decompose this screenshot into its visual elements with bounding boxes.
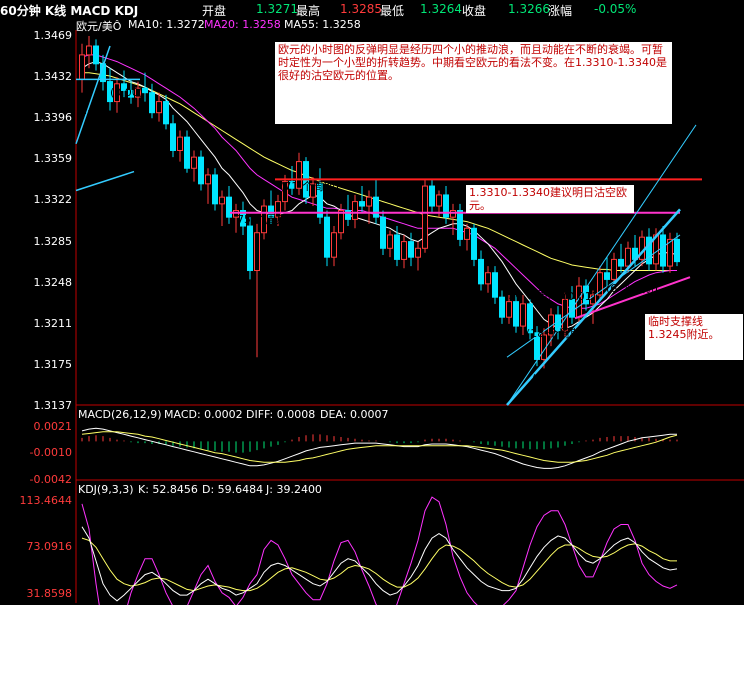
kdj-k-line xyxy=(81,526,678,602)
candle-body xyxy=(478,258,484,285)
candle-body xyxy=(625,247,631,267)
candle-body xyxy=(471,227,477,260)
candle-body xyxy=(163,101,169,125)
candle-body xyxy=(604,272,610,280)
candle-body xyxy=(387,234,393,249)
candle-body xyxy=(79,54,85,80)
label-000-b: (0.00) xyxy=(708,181,742,194)
candle-body xyxy=(415,247,421,258)
candle-body xyxy=(205,174,211,185)
label-001-a: (0.01) xyxy=(116,46,150,59)
kdj-tick-0: 113.4644 xyxy=(19,494,73,507)
candle-body xyxy=(156,101,162,114)
macd-legend-name: MACD(26,12,9) xyxy=(78,408,162,421)
label-d: d xyxy=(80,202,87,215)
candle-body xyxy=(660,234,666,267)
label-71-period: (71 个周期) xyxy=(280,180,340,193)
macd-tick-2: -0.0042 xyxy=(29,473,72,486)
label-40-period: (40 个周期) xyxy=(578,333,638,346)
label-002-a: (0.02) xyxy=(138,184,172,197)
candle-body xyxy=(373,196,379,218)
label-000-c: (0.00) xyxy=(684,212,718,225)
macd-diff: DIFF: 0.0008 xyxy=(246,408,316,421)
candle-body xyxy=(401,241,407,260)
analysis-note: 欧元的小时图的反弹明显是经历四个小的推动浪，而且动能在不断的衰竭。可暂时定性为一… xyxy=(275,42,672,124)
candle-body xyxy=(422,185,428,249)
candle-body xyxy=(184,136,190,169)
candle-body xyxy=(485,272,491,285)
label-001-b: (0.01) xyxy=(563,290,597,303)
candle-body xyxy=(394,234,400,260)
candle-body xyxy=(674,238,680,263)
chart-area: 60分钟 K线 MACD KDJ 开盘 1.3271 最高 1.3285 最低 … xyxy=(0,0,744,605)
candle-body xyxy=(338,209,344,234)
candle-body xyxy=(429,185,435,207)
candle-body xyxy=(506,301,512,318)
label-000-a: (0.00) xyxy=(110,86,144,99)
support-note: 临时支撑线1.3245附近。 xyxy=(645,314,743,360)
candle-body xyxy=(226,196,232,218)
candle-body xyxy=(359,201,365,207)
label-18-period: (18 个周期) xyxy=(526,327,586,340)
kdj-tick-1: 73.0916 xyxy=(26,540,73,553)
candle-body xyxy=(520,303,526,327)
resistance-note: 1.3310-1.3340建议明日沽空欧元。 xyxy=(466,185,634,213)
kdj-k: K: 52.8456 xyxy=(138,483,198,496)
macd-tick-1: -0.0010 xyxy=(29,446,72,459)
kdj-series xyxy=(81,496,678,605)
candle-body xyxy=(142,87,148,94)
candle-body xyxy=(352,201,358,220)
label-5-period: (5 个周期) xyxy=(532,372,585,385)
fan-line-left-c xyxy=(75,170,135,192)
candle-body xyxy=(254,232,260,272)
candle-body xyxy=(408,241,414,258)
candle-body xyxy=(331,232,337,258)
macd-value: MACD: 0.0002 xyxy=(164,408,243,421)
candle-body xyxy=(366,196,372,207)
label-30-period: (30 个周期) xyxy=(504,289,564,302)
candle-body xyxy=(611,258,617,280)
label-75-period: 75 个周期) xyxy=(237,213,292,226)
kdj-j: J: 39.2400 xyxy=(266,483,322,496)
label-6-period-b: (6 个周期) xyxy=(606,282,659,295)
candle-body xyxy=(212,174,218,205)
kdj-d: D: 59.6484 xyxy=(202,483,264,496)
candle-body xyxy=(177,136,183,151)
label-000-e: (0.00) xyxy=(697,283,731,296)
macd-tick-0: 0.0021 xyxy=(33,420,73,433)
candle-body xyxy=(86,45,92,56)
candle-body xyxy=(191,156,197,169)
candle-body xyxy=(93,45,99,65)
candle-body xyxy=(457,209,463,240)
candle-body xyxy=(492,272,498,298)
kdj-d-line xyxy=(81,537,677,592)
kdj-tick-2: 31.8598 xyxy=(26,587,73,600)
candle-body xyxy=(436,194,442,207)
candle-body xyxy=(380,216,386,249)
candle-body xyxy=(450,209,456,218)
label-6-period-a: (6 个周期) xyxy=(80,136,133,149)
candle-body xyxy=(464,227,470,240)
macd-diff-line xyxy=(81,427,677,469)
label-d1: d+1 xyxy=(80,104,104,117)
candle-body xyxy=(513,301,519,327)
kdj-legend-name: KDJ(9,3,3) xyxy=(78,483,134,496)
candle-body xyxy=(198,156,204,185)
macd-series xyxy=(81,427,678,469)
candle-body xyxy=(149,92,155,114)
label-000-d: (0.00) xyxy=(684,228,718,241)
candle-body xyxy=(170,123,176,151)
candle-body xyxy=(247,225,253,272)
candle-body xyxy=(219,196,225,205)
macd-dea: DEA: 0.0007 xyxy=(320,408,389,421)
candle-body xyxy=(324,216,330,258)
candle-body xyxy=(618,258,624,267)
label-002-b: (0.02) xyxy=(702,145,736,158)
candle-body xyxy=(443,194,449,218)
